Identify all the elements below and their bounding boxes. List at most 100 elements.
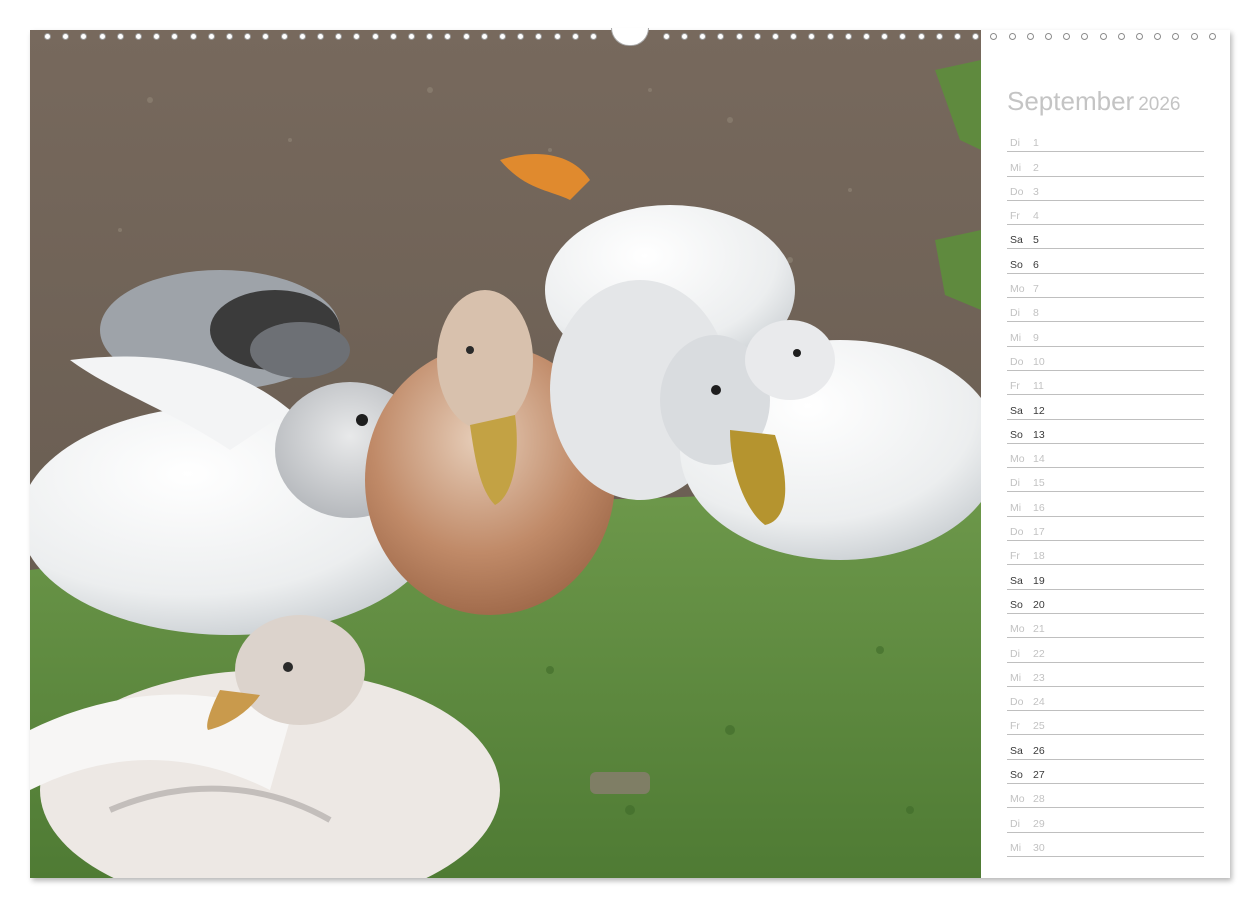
binding-hole — [571, 33, 579, 40]
binding-hole — [826, 33, 834, 40]
binding-hole — [935, 33, 943, 40]
day-number: 13 — [1033, 428, 1045, 441]
day-number: 25 — [1033, 720, 1045, 733]
binding-hole — [772, 33, 779, 40]
day-number: 26 — [1033, 744, 1045, 757]
day-name: Fr — [1010, 380, 1020, 393]
binding-hole — [553, 33, 561, 40]
binding-hole — [972, 33, 980, 40]
day-number: 1 — [1033, 137, 1039, 150]
binding-hole — [717, 33, 725, 40]
day-name: Mo — [1010, 453, 1025, 466]
day-name: Fr — [1010, 720, 1020, 733]
day-name: Sa — [1010, 234, 1023, 247]
binding-hole — [954, 33, 961, 40]
binding-hole — [917, 33, 925, 40]
binding-hole — [80, 33, 88, 40]
day-number: 2 — [1033, 161, 1039, 174]
binding-hole — [298, 33, 306, 40]
day-row: Di 8 — [1007, 299, 1204, 323]
day-row: Mo 14 — [1007, 445, 1204, 469]
day-number: 28 — [1033, 793, 1045, 806]
binding-hole — [426, 33, 434, 40]
day-name: Di — [1010, 477, 1020, 490]
day-name: Do — [1010, 696, 1024, 709]
day-row: Mo 7 — [1007, 275, 1204, 299]
day-row: Mi 2 — [1007, 153, 1204, 177]
day-number: 15 — [1033, 477, 1045, 490]
binding-hole — [808, 33, 816, 40]
day-name: Mo — [1010, 623, 1025, 636]
binding-hole — [153, 33, 161, 40]
day-name: Do — [1010, 185, 1024, 198]
binding-hole — [335, 33, 343, 40]
binding-hole — [317, 33, 324, 40]
day-name: So — [1010, 258, 1023, 271]
binding-hole — [262, 33, 270, 40]
calendar-page: September 2026 Di 1 Mi 2 Do 3 Fr 4 Sa 5 So 6 Mo 7 Di 8 Mi… — [30, 28, 1230, 878]
day-number: 23 — [1033, 671, 1045, 684]
binding-hole — [881, 33, 889, 40]
day-row: So 6 — [1007, 250, 1204, 274]
day-number: 27 — [1033, 769, 1045, 782]
day-number: 9 — [1033, 331, 1039, 344]
day-name: Mo — [1010, 283, 1025, 296]
day-row: Sa 26 — [1007, 736, 1204, 760]
day-number: 17 — [1033, 526, 1045, 539]
day-number: 7 — [1033, 283, 1039, 296]
day-number: 3 — [1033, 185, 1039, 198]
day-row: Di 15 — [1007, 469, 1204, 493]
day-row: Do 17 — [1007, 518, 1204, 542]
binding-hole — [681, 33, 688, 40]
day-name: Fr — [1010, 210, 1020, 223]
day-row: Fr 4 — [1007, 202, 1204, 226]
day-name: So — [1010, 598, 1023, 611]
day-number: 18 — [1033, 550, 1045, 563]
day-name: Di — [1010, 647, 1020, 660]
day-row: Fr 18 — [1007, 542, 1204, 566]
day-number: 24 — [1033, 696, 1045, 709]
day-name: Di — [1010, 137, 1020, 150]
binding-hole — [844, 33, 852, 40]
day-list: Di 1 Mi 2 Do 3 Fr 4 Sa 5 So 6 Mo 7 Di 8 Mi 9 Do 10 Fr 11 Sa 12 S… — [1007, 129, 1204, 858]
day-number: 8 — [1033, 307, 1039, 320]
day-number: 29 — [1033, 817, 1045, 830]
calendar-panel: September 2026 Di 1 Mi 2 Do 3 Fr 4 Sa 5 So 6 Mo 7 Di 8 Mi… — [981, 30, 1230, 878]
day-name: Sa — [1010, 744, 1023, 757]
day-name: Mi — [1010, 161, 1022, 174]
day-number: 6 — [1033, 258, 1039, 271]
day-row: Mi 30 — [1007, 834, 1204, 857]
binding-hole — [444, 33, 452, 40]
day-name: Di — [1010, 307, 1020, 320]
binding-hole — [244, 33, 252, 40]
day-number: 11 — [1033, 380, 1044, 393]
binding-hole — [590, 33, 597, 40]
day-name: Di — [1010, 817, 1020, 830]
day-row: Fr 25 — [1007, 712, 1204, 736]
binding-hole — [408, 33, 415, 40]
day-row: So 20 — [1007, 591, 1204, 614]
binding-hole — [371, 33, 379, 40]
binding-hole — [699, 33, 707, 40]
binding-hole — [207, 33, 215, 40]
day-number: 21 — [1033, 623, 1045, 636]
day-row: Di 1 — [1007, 129, 1204, 153]
day-row: Do 3 — [1007, 178, 1204, 201]
day-name: Sa — [1010, 404, 1023, 417]
day-name: Do — [1010, 526, 1024, 539]
day-row: Do 10 — [1007, 348, 1204, 371]
day-row: Di 29 — [1007, 809, 1204, 833]
day-name: So — [1010, 428, 1023, 441]
binding-hole — [499, 33, 506, 40]
month-year: 2026 — [1138, 94, 1181, 115]
day-row: Mi 9 — [1007, 323, 1204, 347]
binding-hole — [899, 33, 907, 40]
day-row: Sa 5 — [1007, 226, 1204, 250]
binding-hole — [462, 33, 470, 40]
day-name: So — [1010, 769, 1023, 782]
binding-hole — [790, 33, 798, 40]
binding-hole — [280, 33, 288, 40]
day-name: Mi — [1010, 671, 1022, 684]
binding-hole — [44, 33, 51, 40]
day-number: 12 — [1033, 404, 1045, 417]
